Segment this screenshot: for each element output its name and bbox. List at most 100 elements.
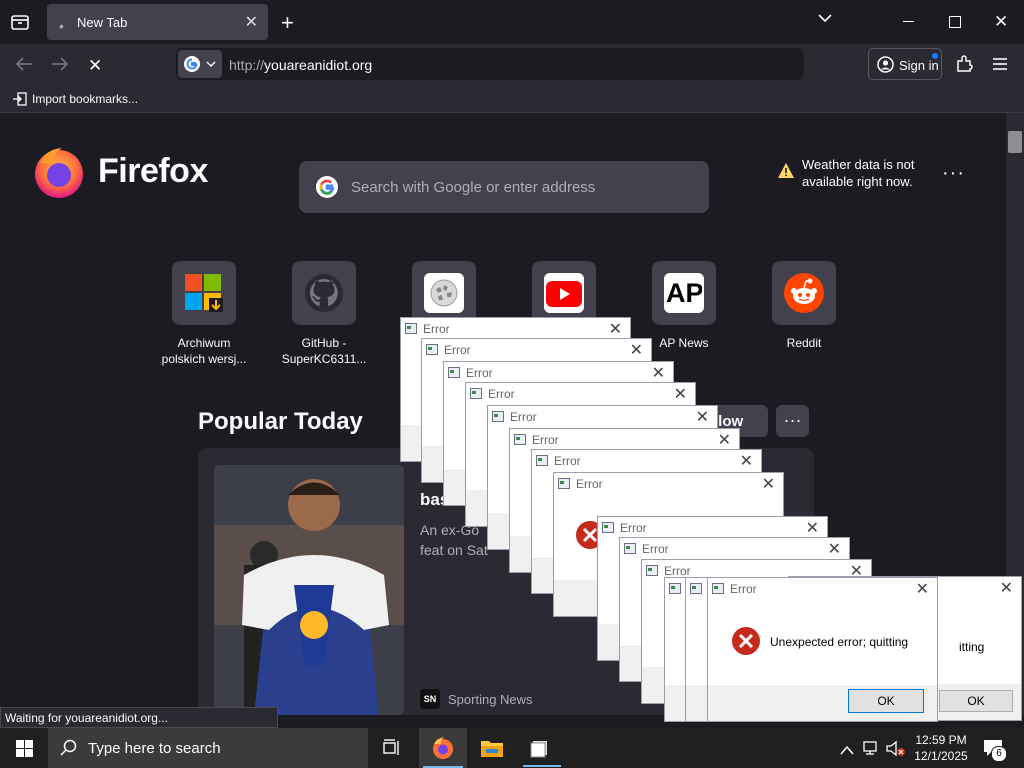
story-photo [214, 465, 404, 715]
dialog-titlebar[interactable]: Error ✕ [598, 517, 827, 539]
dialog-app-icon [558, 478, 570, 489]
task-view-icon[interactable] [382, 738, 402, 763]
dialog-close-icon[interactable]: ✕ [630, 340, 643, 360]
error-icon [730, 625, 762, 657]
address-bar[interactable]: http://youareanidiot.org [176, 48, 804, 80]
search-icon [60, 739, 77, 756]
dialog-titlebar[interactable]: Error ✕ [554, 473, 783, 495]
dialog-titlebar[interactable]: Error ✕ [488, 406, 717, 428]
tab-title: New Tab [77, 15, 128, 30]
svg-text:AP: AP [666, 279, 702, 307]
minimize-window-icon[interactable] [903, 21, 914, 22]
tab-loading-icon: • [59, 18, 64, 34]
dialog-titlebar[interactable]: Error ✕ [401, 318, 630, 340]
windows-start-icon[interactable] [16, 740, 33, 762]
dialog-app-icon [669, 583, 681, 594]
taskbar-firefox-button[interactable] [419, 728, 467, 768]
dialog-close-icon[interactable]: ✕ [916, 579, 929, 599]
dialog-title: Error [554, 454, 581, 468]
dialog-titlebar[interactable]: Error ✕ [708, 578, 937, 600]
windows-download-icon [185, 274, 223, 312]
dialog-taskbar-icon[interactable] [530, 740, 550, 763]
chevron-down-icon[interactable] [817, 10, 833, 31]
dialog-app-icon [536, 455, 548, 466]
weather-more-options-icon[interactable]: ··· [942, 162, 965, 185]
back-arrow-icon[interactable] [14, 55, 34, 78]
top-site-youtube[interactable] [514, 261, 614, 325]
error-dialog[interactable]: Error ✕ Unexpected error; quitting OK [707, 577, 938, 722]
menu-hamburger-icon[interactable] [992, 57, 1008, 76]
dialog-close-icon[interactable]: ✕ [609, 319, 622, 339]
dialog-close-icon[interactable]: ✕ [674, 384, 687, 404]
youtube-icon [546, 281, 582, 307]
close-tab-icon[interactable]: ✕ [245, 12, 258, 32]
file-explorer-icon[interactable] [480, 738, 504, 763]
dialog-title: Error [510, 410, 537, 424]
notification-center-icon[interactable]: 6 [983, 739, 1007, 762]
dialog-titlebar[interactable]: Error ✕ [422, 339, 651, 361]
top-site-github[interactable]: GitHub - SuperKC6311... [274, 261, 374, 367]
taskbar-search-box[interactable]: Type here to search [48, 728, 368, 768]
dialog-title: Error [642, 542, 669, 556]
weather-message: Weather data is not available right now. [802, 157, 915, 189]
dialog-titlebar[interactable]: Error ✕ [444, 362, 673, 384]
dialog-close-icon[interactable]: ✕ [652, 363, 665, 383]
dialog-ok-button[interactable]: OK [848, 689, 924, 713]
dialog-close-icon[interactable]: ✕ [1000, 578, 1013, 598]
dialog-title: Error [488, 387, 515, 401]
restore-window-icon[interactable] [949, 16, 961, 28]
dialog-titlebar[interactable]: Error ✕ [532, 450, 761, 472]
new-tab-plus-icon[interactable]: + [281, 10, 294, 36]
dialog-titlebar[interactable]: Error ✕ [466, 383, 695, 405]
ap-news-icon: AP [666, 279, 702, 307]
wikipedia-icon [430, 279, 458, 307]
dialog-titlebar[interactable]: Error ✕ [620, 538, 849, 560]
notification-dot [932, 53, 938, 59]
list-all-tabs-icon[interactable] [10, 12, 30, 37]
top-site-wikipedia[interactable] [394, 261, 494, 325]
sporting-news-logo: SN [420, 689, 440, 709]
firefox-taskbar-icon [433, 737, 453, 759]
dialog-app-icon [514, 434, 526, 445]
network-icon[interactable] [862, 740, 880, 761]
sign-in-button[interactable]: Sign in [868, 48, 942, 80]
dialog-app-icon [602, 522, 614, 533]
url-text: http://youareanidiot.org [229, 57, 373, 73]
stop-loading-icon[interactable]: ✕ [88, 56, 102, 76]
taskbar-clock[interactable]: 12:59 PM 12/1/2025 [913, 732, 969, 764]
warning-icon [778, 163, 794, 183]
dialog-close-icon[interactable]: ✕ [806, 518, 819, 538]
forward-arrow-icon[interactable] [50, 55, 70, 78]
dialog-app-icon [492, 411, 504, 422]
search-engine-selector[interactable] [178, 50, 222, 78]
dialog-app-icon [448, 367, 460, 378]
dialog-title: Error [532, 433, 559, 447]
dialog-title: Error [664, 564, 691, 578]
dialog-ok-button[interactable]: OK [939, 690, 1013, 712]
dialog-close-icon[interactable]: ✕ [828, 539, 841, 559]
dialog-close-icon[interactable]: ✕ [718, 430, 731, 450]
search-placeholder: Search with Google or enter address [351, 179, 596, 196]
clock-time: 12:59 PM [915, 733, 967, 747]
newtab-search-box[interactable]: Search with Google or enter address [299, 161, 709, 213]
active-app-indicator [523, 765, 561, 767]
dialog-title: Error [620, 521, 647, 535]
show-hidden-icons-chevron-icon[interactable] [840, 742, 854, 760]
top-site-reddit[interactable]: Reddit [754, 261, 854, 351]
clock-date: 12/1/2025 [914, 749, 968, 763]
dialog-message: itting [959, 640, 985, 654]
volume-muted-icon[interactable] [886, 740, 906, 762]
dialog-close-icon[interactable]: ✕ [762, 474, 775, 494]
dialog-close-icon[interactable]: ✕ [740, 451, 753, 471]
dialog-titlebar[interactable]: Error ✕ [510, 429, 739, 451]
extensions-icon[interactable] [955, 55, 973, 78]
top-site-archiwum[interactable]: Archiwum polskich wersj... [154, 261, 254, 367]
scrollbar-thumb[interactable] [1008, 131, 1022, 153]
bookmarks-toolbar [0, 86, 1024, 113]
dialog-title: Error [466, 366, 493, 380]
dialog-title: Error [423, 322, 450, 336]
close-window-icon[interactable]: ✕ [994, 12, 1008, 32]
tab-new-tab[interactable]: • New Tab ✕ [47, 4, 268, 40]
section-more-options-icon[interactable]: ··· [776, 405, 809, 437]
dialog-close-icon[interactable]: ✕ [696, 407, 709, 427]
